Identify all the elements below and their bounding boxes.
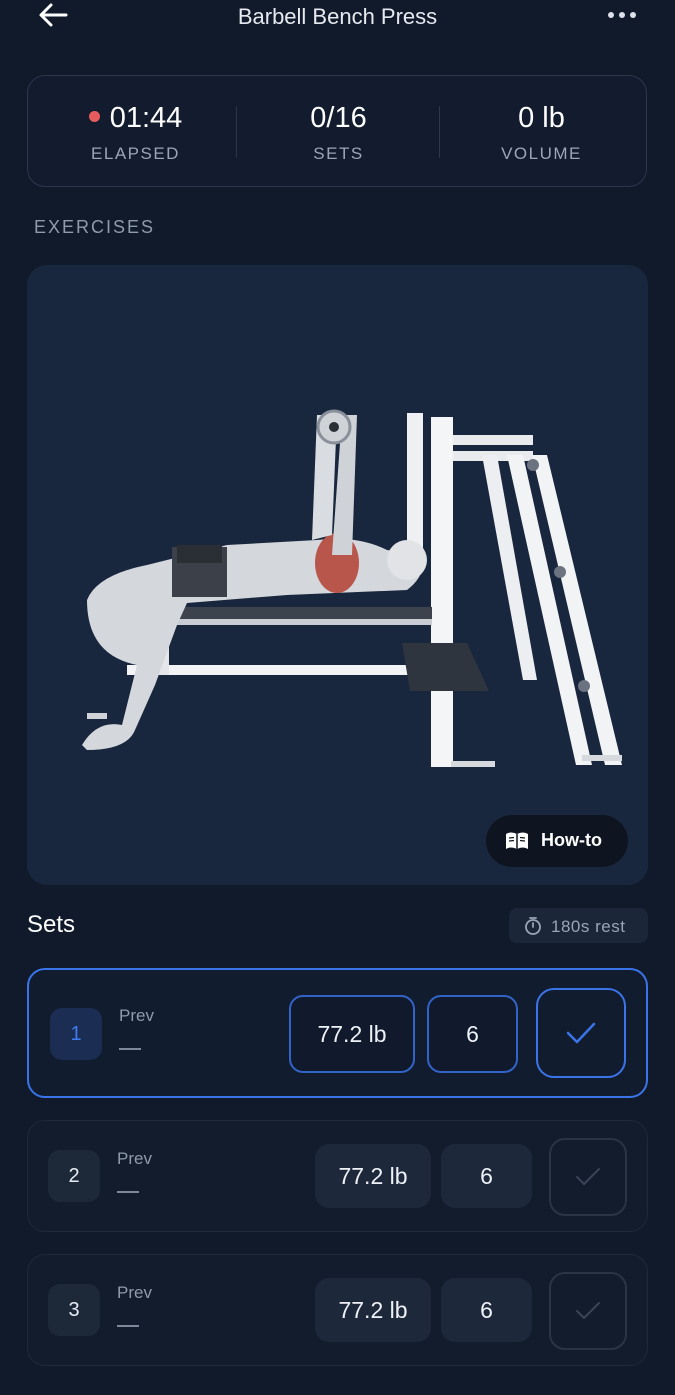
volume-value: 0 lb — [518, 102, 565, 134]
workout-stats-card: 01:44 ELAPSED 0/16 SETS 0 lb VOLUME — [27, 75, 647, 187]
recording-indicator — [88, 110, 100, 122]
set-row-3[interactable]: 3 Prev 77.2 lb 6 — [27, 1254, 648, 1366]
elapsed-value: 01:44 — [109, 102, 183, 134]
complete-set-button[interactable] — [549, 1138, 627, 1216]
sets-section-title: Sets — [27, 911, 76, 938]
set-number: 2 — [48, 1150, 100, 1202]
checkmark-icon — [576, 1302, 600, 1319]
more-dots-icon[interactable] — [606, 6, 640, 24]
weight-input[interactable]: 77.2 lb — [315, 1278, 431, 1342]
reps-input[interactable]: 6 — [441, 1144, 532, 1208]
weight-input[interactable]: 77.2 lb — [315, 1144, 431, 1208]
complete-set-button[interactable] — [549, 1272, 627, 1350]
sets-stat: 0/16 SETS — [236, 76, 441, 188]
sets-value: 0/16 — [310, 102, 367, 134]
bench-press-illustration — [82, 409, 622, 767]
volume-label: VOLUME — [501, 144, 582, 163]
exercise-card: How-to — [27, 265, 648, 885]
checkmark-icon — [566, 1022, 596, 1044]
book-icon — [506, 832, 528, 849]
checkmark-icon — [576, 1168, 600, 1185]
set-row-1[interactable]: 1 Prev 77.2 lb 6 — [27, 968, 648, 1098]
set-number: 1 — [50, 1008, 102, 1060]
how-to-button[interactable]: How-to — [486, 815, 628, 867]
sets-label: SETS — [313, 144, 364, 163]
top-bar: Barbell Bench Press — [0, 0, 675, 34]
prev-label: Prev — [119, 1006, 154, 1025]
prev-value — [119, 1048, 141, 1050]
complete-set-button[interactable] — [536, 988, 626, 1078]
exercises-section-label: EXERCISES — [34, 217, 156, 237]
how-to-label: How-to — [541, 830, 602, 850]
prev-label: Prev — [117, 1283, 152, 1302]
prev-label: Prev — [117, 1149, 152, 1168]
prev-value — [117, 1191, 139, 1193]
volume-stat: 0 lb VOLUME — [439, 76, 644, 188]
page-title: Barbell Bench Press — [237, 4, 438, 29]
rest-duration: 180s rest — [551, 917, 626, 936]
weight-input[interactable]: 77.2 lb — [289, 995, 415, 1073]
elapsed-stat: 01:44 ELAPSED — [33, 76, 238, 188]
reps-input[interactable]: 6 — [427, 995, 518, 1073]
set-number: 3 — [48, 1284, 100, 1336]
elapsed-label: ELAPSED — [91, 144, 180, 163]
prev-value — [117, 1325, 139, 1327]
timer-icon — [525, 917, 541, 935]
set-row-2[interactable]: 2 Prev 77.2 lb 6 — [27, 1120, 648, 1232]
rest-timer-badge[interactable]: 180s rest — [509, 908, 648, 943]
reps-input[interactable]: 6 — [441, 1278, 532, 1342]
